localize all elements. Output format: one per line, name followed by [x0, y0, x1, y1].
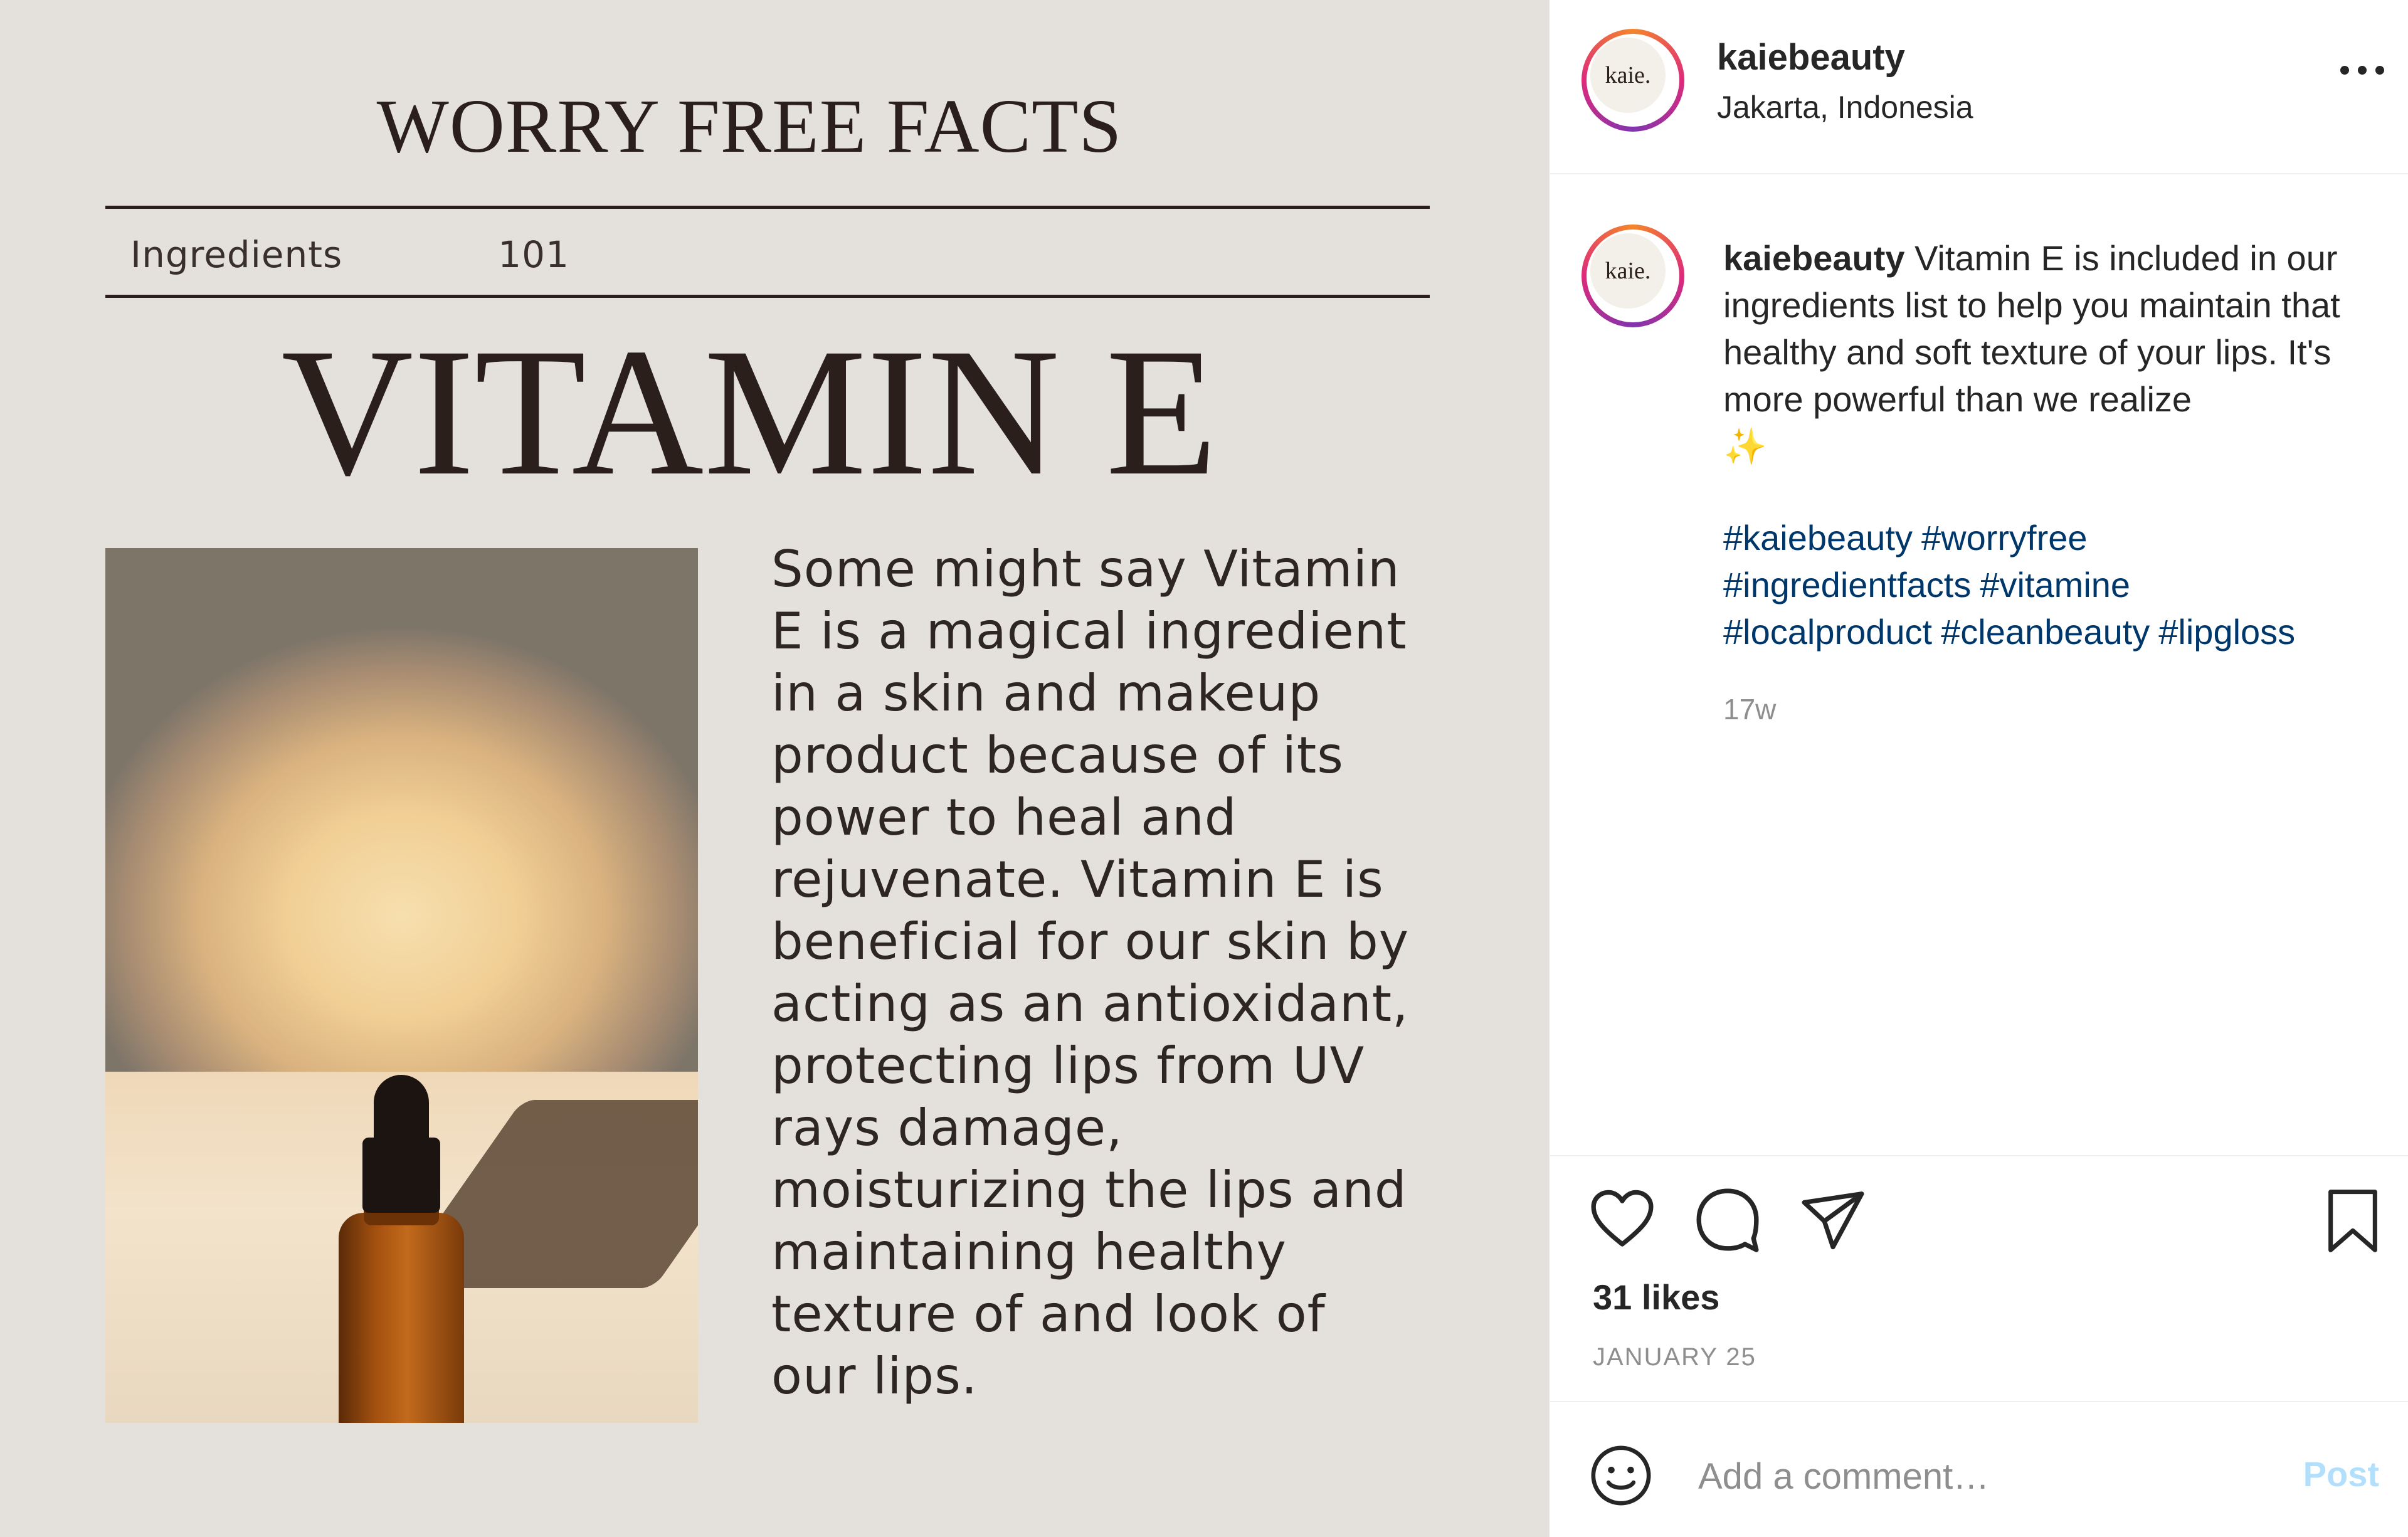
post-caption: kaiebeauty Vitamin E is included in our … — [1723, 235, 2388, 470]
serum-bottle-photo — [105, 548, 698, 1423]
more-horizontal-icon[interactable] — [2340, 58, 2384, 83]
post-date[interactable]: JANUARY 25 — [1593, 1343, 1756, 1371]
comment-icon[interactable] — [1693, 1185, 1762, 1254]
header-username[interactable]: kaiebeauty — [1717, 36, 1905, 78]
caption-avatar[interactable]: kaie. — [1582, 224, 1684, 327]
caption-timestamp[interactable]: 17w — [1723, 692, 1776, 726]
hashtag-link[interactable]: #vitamine — [1980, 565, 2130, 605]
header-location[interactable]: Jakarta, Indonesia — [1717, 89, 1973, 125]
photo-bottle-body — [339, 1213, 464, 1423]
photo-dropper-bulb — [374, 1075, 429, 1150]
hashtag-link[interactable]: #localproduct — [1723, 612, 1932, 652]
heart-icon[interactable] — [1588, 1185, 1657, 1254]
comment-input[interactable] — [1697, 1447, 2251, 1505]
share-icon[interactable] — [1798, 1185, 1867, 1254]
post-comment-button[interactable]: Post — [2303, 1454, 2379, 1494]
smiley-icon[interactable] — [1588, 1442, 1654, 1509]
hashtag-link[interactable]: #ingredientfacts — [1723, 565, 1971, 605]
hashtag-link[interactable]: #kaiebeauty — [1723, 518, 1913, 557]
header-divider — [1550, 173, 2408, 174]
caption-username[interactable]: kaiebeauty — [1723, 238, 1905, 278]
hashtag-link[interactable]: #cleanbeauty — [1941, 612, 2150, 652]
hashtag-link[interactable]: #worryfree — [1921, 518, 2088, 557]
avatar-logo-text: kaie. — [1590, 38, 1666, 113]
image-divider-top — [105, 206, 1430, 209]
actions-divider — [1550, 1155, 2408, 1156]
image-title: VITAMIN E — [281, 311, 1218, 514]
bookmark-icon[interactable] — [2321, 1188, 2384, 1254]
post-image[interactable]: WORRY FREE FACTS Ingredients 101 VITAMIN… — [0, 0, 1549, 1537]
post-sidebar: kaie. kaiebeauty Jakarta, Indonesia kaie… — [1549, 0, 2408, 1537]
hashtag-link[interactable]: #lipgloss — [2158, 612, 2295, 652]
image-body-text: Some might say Vitamin E is a magical in… — [771, 540, 1410, 1405]
comment-divider — [1550, 1401, 2408, 1402]
image-divider-bottom — [105, 295, 1430, 298]
image-subheader-ingredients: Ingredients — [130, 233, 343, 276]
header-avatar[interactable]: kaie. — [1582, 29, 1684, 132]
image-headline: WORRY FREE FACTS — [376, 84, 1122, 169]
caption-hashtags: #kaiebeauty #worryfree #ingredientfacts #v… — [1723, 514, 2388, 655]
avatar-logo-text: kaie. — [1590, 233, 1666, 309]
sparkles-emoji: ✨ — [1723, 426, 1767, 466]
likes-count[interactable]: 31 likes — [1593, 1277, 1719, 1318]
image-subheader-number: 101 — [498, 233, 569, 276]
